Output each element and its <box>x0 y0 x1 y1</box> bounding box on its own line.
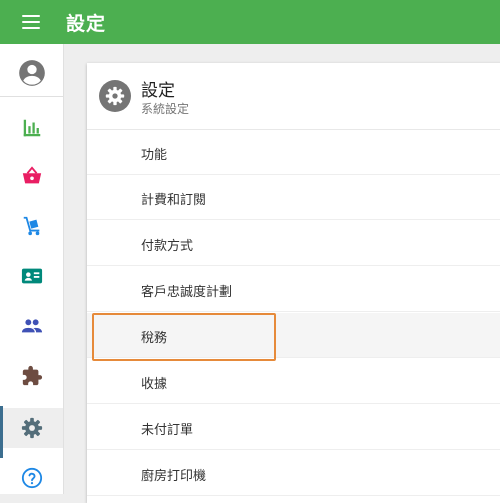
puzzle-icon <box>22 365 42 386</box>
settings-item-billing[interactable]: 計費和訂閱 <box>87 175 500 220</box>
sidebar-item-account[interactable] <box>0 50 63 97</box>
sidebar-item-inventory[interactable] <box>0 206 63 246</box>
settings-item-label: 廚房打印機 <box>141 469 207 484</box>
settings-item-label: 客戶忠誠度計劃 <box>141 285 233 300</box>
settings-card: 設定 系統設定 功能 計費和訂閱 付款方式 客戶忠誠度計劃 稅務 收據 未付訂單… <box>87 63 500 503</box>
settings-item-label: 收據 <box>141 377 168 392</box>
settings-subtitle: 系統設定 <box>141 102 190 116</box>
settings-item-features[interactable]: 功能 <box>87 130 500 175</box>
settings-header-icon <box>99 80 131 112</box>
sidebar-item-help[interactable] <box>0 458 63 498</box>
help-circle-icon <box>21 467 42 489</box>
settings-item-payment-methods[interactable]: 付款方式 <box>87 221 500 266</box>
sidebar-item-customers[interactable] <box>0 256 63 296</box>
sidebar-item-employees[interactable] <box>0 306 63 346</box>
settings-item-receipts[interactable]: 收據 <box>87 359 500 404</box>
sidebar-nav <box>0 44 64 494</box>
sidebar-item-sales[interactable] <box>0 156 63 196</box>
settings-header: 設定 系統設定 <box>87 63 500 130</box>
settings-item-label: 付款方式 <box>141 239 194 254</box>
shopping-basket-icon <box>22 166 41 184</box>
account-circle-icon <box>18 60 45 86</box>
page-title: 設定 <box>66 13 107 35</box>
settings-item-label: 稅務 <box>141 331 168 346</box>
sidebar-item-reports[interactable] <box>0 108 63 148</box>
gear-icon <box>105 86 125 106</box>
bar-chart-icon <box>23 119 40 137</box>
settings-item-label: 未付訂單 <box>141 423 194 438</box>
gear-icon <box>21 417 42 439</box>
contact-card-icon <box>21 268 42 284</box>
settings-item-kitchen-printer[interactable]: 廚房打印機 <box>87 451 500 496</box>
hamburger-menu-icon[interactable] <box>22 13 40 31</box>
settings-item-label: 計費和訂閱 <box>141 193 207 208</box>
sidebar-item-addons[interactable] <box>0 356 63 396</box>
top-app-bar: 設定 <box>0 0 500 44</box>
settings-title: 設定 <box>141 81 175 101</box>
people-icon <box>21 319 42 333</box>
sidebar-item-settings[interactable] <box>0 406 63 458</box>
settings-item-unpaid-orders[interactable]: 未付訂單 <box>87 405 500 450</box>
hand-truck-icon <box>23 216 39 236</box>
settings-item-taxes[interactable]: 稅務 <box>87 313 500 358</box>
settings-item-loyalty[interactable]: 客戶忠誠度計劃 <box>87 267 500 312</box>
settings-item-label: 功能 <box>141 148 168 163</box>
